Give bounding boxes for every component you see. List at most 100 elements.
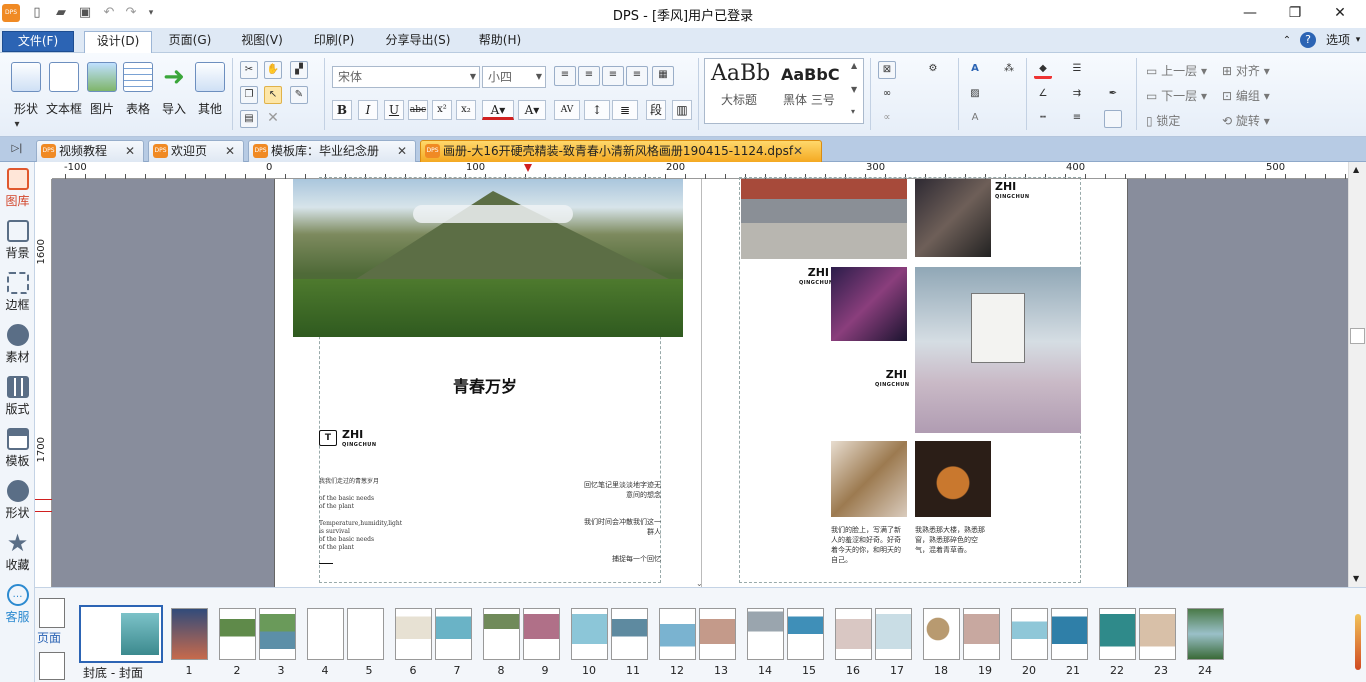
page-title[interactable]: 青春万岁 [453, 373, 517, 397]
format-painter-icon[interactable]: ▞ [290, 61, 308, 79]
table-button[interactable]: 表格 [118, 59, 158, 123]
align-right-icon[interactable]: ≡ [602, 66, 624, 86]
sidebar-item-gallery[interactable]: 图库 [0, 164, 35, 216]
scroll-up-icon[interactable]: ▲ [1353, 165, 1359, 174]
ruler-marker-icon[interactable] [524, 164, 532, 172]
fill-color-icon[interactable]: ◆ [1034, 61, 1052, 79]
gallery-more-icon[interactable]: ▾ [851, 107, 855, 116]
spread-page[interactable]: 青春万岁 T ZHI QINGCHUN 我我们走过的青葱岁月 of the bas… [274, 177, 1128, 587]
thumbnail-page-3[interactable] [259, 608, 296, 660]
maximize-button[interactable]: ❐ [1273, 2, 1317, 24]
sidebar-item-support[interactable]: … 客服 [0, 580, 35, 632]
thumbnail-page-12[interactable] [659, 608, 696, 660]
caption-right[interactable]: 我熟悉那大楼，熟悉那窗，熟悉那碎色的空气，混着青草香。 [915, 525, 991, 555]
thumbnail-page-23[interactable] [1139, 608, 1176, 660]
thumbnail-page-19[interactable] [963, 608, 1000, 660]
right-text-block1[interactable]: 回忆笔记里淡淡地字迹无 意间的想念 [545, 480, 661, 500]
eyedropper-icon[interactable]: ✎ [290, 86, 308, 104]
sidebar-item-background[interactable]: 背景 [0, 216, 35, 268]
left-text-block2[interactable]: Temperature,humidity,light is survival of … [319, 520, 402, 552]
thumbnail-cover[interactable] [79, 605, 163, 663]
thumbnail-page-17[interactable] [875, 608, 912, 660]
copy-icon[interactable]: ❐ [240, 86, 258, 104]
thumbnail-page-8[interactable] [483, 608, 520, 660]
menu-help[interactable]: 帮助(H) [470, 31, 530, 52]
subscript-icon[interactable]: x₂ [456, 100, 476, 120]
page-panel-icon[interactable] [39, 598, 65, 628]
bold-icon[interactable]: B [332, 100, 352, 120]
align-button[interactable]: ⊞ 对齐 ▾ [1222, 62, 1270, 79]
brush-icon[interactable]: ✒ [1104, 86, 1122, 104]
thumbnail-page-10[interactable] [571, 608, 608, 660]
char-spacing-icon[interactable]: AV [554, 100, 580, 120]
lock-button[interactable]: ▯ 锁定 [1146, 112, 1180, 129]
thumbnail-page-1[interactable] [171, 608, 208, 660]
menu-options[interactable]: 选项 [1322, 31, 1354, 52]
font-color-icon[interactable]: A▾ [482, 100, 514, 120]
shape-button[interactable]: 形状 [6, 59, 46, 123]
right-text-block2[interactable]: 我们时间会冲散我们这一 群人 [545, 517, 661, 537]
design-canvas[interactable]: 青春万岁 T ZHI QINGCHUN 我我们走过的青葱岁月 of the bas… [52, 177, 1348, 588]
delete-icon[interactable]: ✕ [264, 110, 282, 128]
link-icon[interactable]: ∞ [878, 86, 896, 104]
thumbnail-page-22[interactable] [1099, 608, 1136, 660]
menu-share[interactable]: 分享导出(S) [378, 31, 458, 52]
other-button[interactable]: 其他 [190, 59, 230, 123]
menu-file[interactable]: 文件(F) [2, 31, 74, 52]
select-arrow-icon[interactable]: ↖ [264, 86, 282, 104]
rotate-button[interactable]: ⟲ 旋转 ▾ [1222, 112, 1270, 129]
picture-button[interactable]: 图片 [82, 59, 122, 123]
gallery-down-icon[interactable]: ▼ [851, 85, 857, 94]
temple-steps-photo[interactable] [741, 179, 907, 259]
align-center-icon[interactable]: ≡ [578, 66, 600, 86]
thumbnail-page-16[interactable] [835, 608, 872, 660]
sidebar-item-material[interactable]: 素材 [0, 320, 35, 372]
tab-welcome[interactable]: DPS 欢迎页 ✕ [148, 140, 244, 162]
sidebar-item-border[interactable]: 边框 [0, 268, 35, 320]
paste-icon[interactable]: ▤ [240, 110, 258, 128]
strikethrough-icon[interactable]: abc [408, 100, 428, 120]
zhi-logo-left[interactable]: ZHI QINGCHUN [342, 429, 377, 451]
expand-ribbon-icon[interactable]: ▾ [8, 117, 26, 135]
zhi-logo-right-top[interactable]: ZHI QINGCHUN [995, 181, 1030, 203]
menu-page[interactable]: 页面(G) [160, 31, 220, 52]
right-text-block3[interactable]: 捕捉每一个回忆 [545, 554, 661, 564]
pan-hand-icon[interactable]: ✋ [264, 61, 282, 79]
thumbnail-page-9[interactable] [523, 608, 560, 660]
thumbnail-page-11[interactable] [611, 608, 648, 660]
menu-view[interactable]: 视图(V) [232, 31, 292, 52]
close-tab-icon[interactable]: ✕ [125, 141, 135, 161]
bullet-list-icon[interactable]: ☰ [1068, 61, 1086, 79]
cut-icon[interactable]: ✂ [240, 61, 258, 79]
thumbnail-page-2[interactable] [219, 608, 256, 660]
street-night-photo[interactable] [915, 179, 991, 257]
settings-gear-icon[interactable]: ⚙ [924, 61, 942, 79]
vertical-scrollbar[interactable]: ▲ ▼ [1348, 162, 1366, 587]
send-down-button[interactable]: ▭ 下一层 ▾ [1146, 87, 1207, 104]
volcano-photo[interactable] [293, 179, 683, 337]
collapse-ribbon-icon[interactable]: ⌃ [1280, 31, 1294, 52]
image-effect-icon[interactable]: ▨ [966, 86, 984, 104]
font-family-select[interactable]: 宋体 ▼ [332, 66, 480, 88]
thumbnail-zoom-slider[interactable] [1355, 614, 1361, 670]
close-tab-icon[interactable]: ✕ [225, 141, 235, 161]
scrollbar-thumb[interactable] [1350, 328, 1365, 344]
paragraph-icon[interactable]: ≣ [612, 100, 638, 120]
fill-box-icon[interactable] [1104, 110, 1122, 128]
tab-template-library[interactable]: DPS 模板库：毕业纪念册 ✕ [248, 140, 416, 162]
unlink-icon[interactable]: ∝ [878, 110, 896, 128]
menu-print[interactable]: 印刷(P) [304, 31, 364, 52]
line-color-icon[interactable]: ∠ [1034, 86, 1052, 104]
menu-design[interactable]: 设计(D) [84, 31, 152, 53]
close-tab-icon[interactable]: ✕ [793, 141, 803, 161]
bring-up-button[interactable]: ▭ 上一层 ▾ [1146, 62, 1207, 79]
import-button[interactable]: ➜ 导入 [154, 59, 194, 123]
text-wrap-icon[interactable]: ⁂ [1000, 61, 1018, 79]
tab-active-document[interactable]: DPS 画册-大16开硬壳精装-致青春小清新风格画册190415-1124.dps… [420, 140, 822, 162]
sidebar-item-shape[interactable]: 形状 [0, 476, 35, 528]
thumbnail-page-5[interactable] [347, 608, 384, 660]
tab-video-tutorial[interactable]: DPS 视频教程 ✕ [36, 140, 144, 162]
italic-icon[interactable]: I [358, 100, 378, 120]
font-grow-icon[interactable]: A▾ [518, 100, 546, 120]
arrow-style-icon[interactable]: ⇉ [1068, 86, 1086, 104]
